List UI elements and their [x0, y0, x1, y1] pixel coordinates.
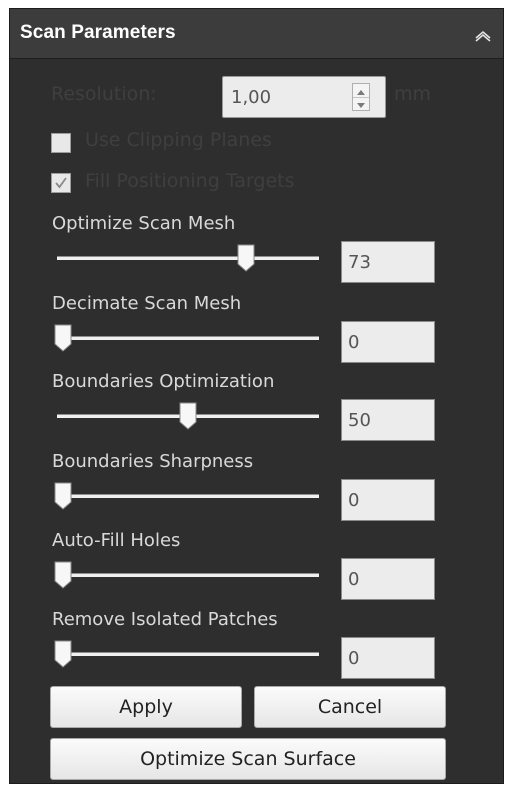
resolution-unit: mm — [394, 83, 432, 105]
slider-thumb[interactable] — [237, 244, 255, 272]
spin-down-icon[interactable] — [353, 97, 369, 110]
resolution-value: 1,00 — [231, 87, 272, 108]
slider-label: Decimate Scan Mesh — [52, 293, 242, 314]
resolution-input[interactable]: 1,00 — [222, 76, 386, 118]
slider-track[interactable] — [57, 336, 319, 340]
slider-value: 50 — [348, 410, 371, 431]
fill-targets-label: Fill Positioning Targets — [85, 170, 295, 192]
slider-value-field[interactable]: 0 — [341, 321, 435, 363]
resolution-spinner[interactable] — [352, 83, 370, 111]
slider-label: Remove Isolated Patches — [52, 609, 278, 630]
slider-label: Boundaries Sharpness — [52, 451, 254, 472]
slider-thumb[interactable] — [54, 482, 72, 510]
clipping-planes-checkbox[interactable] — [51, 133, 71, 153]
slider-value: 0 — [348, 332, 360, 353]
checkmark-icon — [55, 177, 67, 189]
resolution-label: Resolution: — [51, 83, 157, 105]
chevron-up-icon[interactable] — [472, 26, 494, 44]
slider-value-field[interactable]: 0 — [341, 558, 435, 600]
clipping-planes-label: Use Clipping Planes — [85, 129, 272, 151]
scan-parameters-panel: Scan Parameters Resolution: 1,00 mm Use … — [9, 8, 504, 784]
slider-label: Optimize Scan Mesh — [52, 213, 236, 234]
slider-value-field[interactable]: 73 — [341, 241, 435, 283]
slider-label: Auto-Fill Holes — [52, 530, 181, 551]
slider-value-field[interactable]: 50 — [341, 399, 435, 441]
slider-value-field[interactable]: 0 — [341, 479, 435, 521]
slider-thumb[interactable] — [54, 324, 72, 352]
slider-track[interactable] — [57, 652, 319, 656]
fill-targets-checkbox[interactable] — [51, 173, 71, 193]
slider-label: Boundaries Optimization — [52, 371, 275, 392]
slider-track[interactable] — [57, 256, 319, 260]
apply-button[interactable]: Apply — [50, 686, 242, 728]
panel-title: Scan Parameters — [20, 22, 176, 43]
slider-value-field[interactable]: 0 — [341, 637, 435, 679]
slider-thumb[interactable] — [179, 402, 197, 430]
slider-track[interactable] — [57, 494, 319, 498]
spin-up-icon[interactable] — [353, 84, 369, 98]
slider-value: 73 — [348, 252, 371, 273]
slider-thumb[interactable] — [54, 561, 72, 589]
cancel-button[interactable]: Cancel — [254, 686, 446, 728]
slider-track[interactable] — [57, 573, 319, 577]
optimize-scan-surface-button[interactable]: Optimize Scan Surface — [50, 738, 446, 780]
panel-header[interactable]: Scan Parameters — [10, 9, 503, 59]
slider-value: 0 — [348, 648, 360, 669]
slider-thumb[interactable] — [54, 640, 72, 668]
slider-value: 0 — [348, 569, 360, 590]
slider-value: 0 — [348, 490, 360, 511]
